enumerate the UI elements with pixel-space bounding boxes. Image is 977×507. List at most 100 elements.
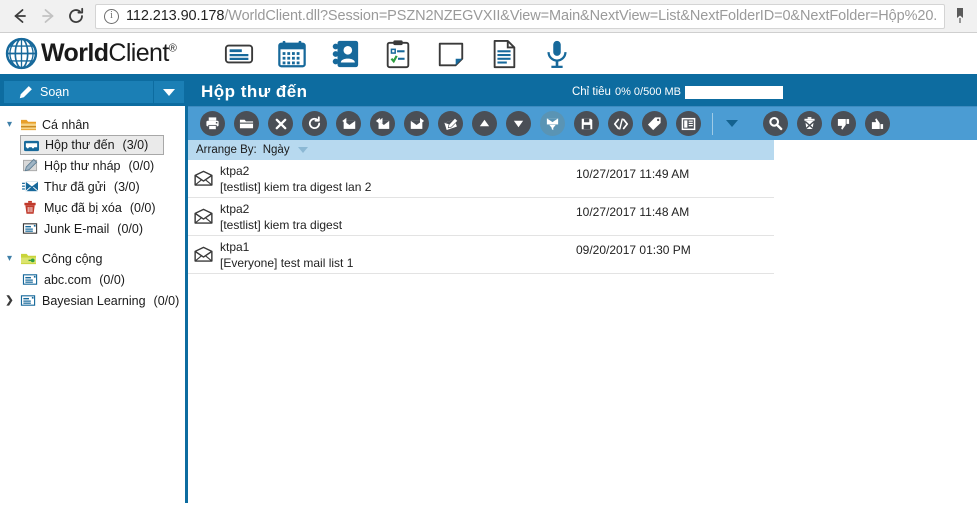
public-folder-icon — [22, 274, 38, 285]
worldclient-header: WorldClient® — [0, 33, 977, 78]
tasks-icon[interactable] — [383, 39, 413, 69]
message-preview-pane — [774, 140, 977, 503]
sidebar-item-label: Hộp thư đến — [45, 138, 115, 152]
reply-all-envelope-icon — [375, 117, 389, 129]
move-to-folder-button[interactable] — [234, 111, 259, 136]
mark-not-spam-button[interactable] — [865, 111, 890, 136]
back-arrow-icon[interactable] — [6, 2, 34, 30]
quota-value: 0% 0/500 MB — [614, 86, 681, 98]
compose-label: Soạn — [40, 85, 70, 99]
calendar-icon[interactable] — [277, 39, 307, 69]
folder-personal-icon — [21, 119, 36, 131]
sidebar-item-abc-com[interactable]: abc.com (0/0) — [0, 269, 188, 290]
documents-icon[interactable] — [489, 39, 519, 69]
address-bar[interactable]: i 112.213.90.178/WorldClient.dll?Session… — [95, 3, 945, 29]
app-icon-bar — [224, 39, 572, 69]
compose-button[interactable]: Soạn — [4, 81, 154, 103]
sidebar-item-label: Hộp thư nháp — [44, 158, 121, 173]
sidebar-item-label: Thư đã gửi — [44, 179, 106, 194]
magnifier-icon — [769, 116, 783, 131]
sidebar-item-sent[interactable]: Thư đã gửi (3/0) — [0, 176, 188, 197]
print-button[interactable] — [200, 111, 225, 136]
sidebar-item-count: (3/0) — [122, 138, 149, 152]
view-source-button[interactable] — [608, 111, 633, 136]
triangle-up-icon — [479, 119, 490, 127]
tree-group-label: Công cộng — [42, 251, 103, 266]
chevron-right-icon[interactable]: ❯ — [4, 295, 15, 306]
worldclient-logo: WorldClient® — [5, 37, 177, 70]
previous-button[interactable] — [472, 111, 497, 136]
sidebar-item-junk[interactable]: Junk E-mail (0/0) — [0, 218, 188, 239]
sent-icon — [22, 181, 39, 192]
layout-button[interactable] — [676, 111, 701, 136]
sidebar-item-bayesian-learning[interactable]: ❯ Bayesian Learning (0/0) — [0, 290, 188, 311]
refresh-button[interactable] — [302, 111, 327, 136]
message-date: 10/27/2017 11:48 AM — [576, 205, 690, 219]
forward-envelope-icon — [410, 117, 424, 129]
info-circle-icon[interactable]: i — [104, 8, 119, 24]
triangle-down-icon — [513, 120, 524, 128]
sidebar-item-label: abc.com — [44, 272, 92, 287]
pencil-icon — [19, 85, 32, 98]
notes-icon[interactable] — [436, 39, 466, 69]
tag-button[interactable] — [642, 111, 667, 136]
url-host: 112.213.90.178 — [126, 8, 225, 24]
message-date: 10/27/2017 11:49 AM — [576, 167, 690, 181]
sidebar-item-label: Junk E-mail — [44, 221, 110, 236]
closed-envelope-icon — [194, 208, 213, 224]
page-title: Hộp thư đến — [201, 82, 308, 101]
toolbar-overflow-button[interactable] — [724, 111, 740, 136]
reply-button[interactable] — [336, 111, 361, 136]
forward-arrow-icon[interactable] — [34, 2, 62, 30]
mark-spam-button[interactable] — [831, 111, 856, 136]
sidebar-item-count: (0/0) — [99, 272, 125, 287]
arrange-by-label: Arrange By: — [196, 144, 257, 156]
reload-icon[interactable] — [62, 2, 90, 30]
filter-button[interactable] — [540, 111, 565, 136]
mail-icon[interactable] — [224, 39, 254, 69]
sidebar-item-label: Bayesian Learning — [42, 293, 146, 308]
public-folder-icon — [20, 295, 36, 306]
reply-all-button[interactable] — [370, 111, 395, 136]
voice-icon[interactable] — [542, 39, 572, 69]
edit-envelope-icon — [443, 117, 458, 130]
floppy-disk-icon — [581, 118, 592, 129]
sidebar-item-drafts[interactable]: Hộp thư nháp (0/0) — [0, 155, 188, 176]
logo-wordmark: WorldClient® — [41, 39, 177, 68]
sidebar-item-inbox[interactable]: Hộp thư đến (3/0) — [20, 135, 164, 155]
drafts-icon — [23, 158, 38, 172]
url-path: /WorldClient.dll?Session=PSZN2NZEGVXII&V… — [224, 8, 936, 24]
empty-trash-button[interactable] — [797, 111, 822, 136]
edit-as-new-button[interactable] — [438, 111, 463, 136]
quota-label: Chỉ tiêu — [571, 86, 611, 98]
logo-light: Client — [108, 39, 169, 67]
caret-down-icon[interactable] — [297, 147, 308, 153]
sidebar-item-trash[interactable]: Mục đã bị xóa (0/0) — [0, 197, 188, 218]
bookmark-icon[interactable] — [949, 2, 971, 30]
delete-button[interactable] — [268, 111, 293, 136]
chevron-down-icon[interactable]: ▾ — [4, 253, 15, 264]
search-button[interactable] — [763, 111, 788, 136]
sidebar: Soạn ▾ Cá nhân Hộp thư đến (3/0) Hộp thư… — [0, 78, 188, 503]
columns-layout-icon — [681, 117, 696, 130]
contacts-icon[interactable] — [330, 39, 360, 69]
forward-button[interactable] — [404, 111, 429, 136]
mail-toolbar — [188, 106, 977, 140]
content-area: Hộp thư đến Chỉ tiêu 0% 0/500 MB Arrange… — [188, 78, 977, 503]
url-text: 112.213.90.178/WorldClient.dll?Session=P… — [126, 8, 936, 24]
next-button[interactable] — [506, 111, 531, 136]
logo-bold: World — [41, 39, 109, 67]
junk-icon — [22, 223, 38, 234]
tree-group-personal[interactable]: ▾ Cá nhân — [0, 114, 188, 135]
tag-icon — [647, 117, 661, 131]
sidebar-item-count: (3/0) — [113, 179, 140, 194]
sidebar-item-count: (0/0) — [128, 158, 155, 173]
tree-group-public[interactable]: ▾ Công cộng — [0, 248, 188, 269]
save-button[interactable] — [574, 111, 599, 136]
compose-dropdown-button[interactable] — [154, 81, 184, 103]
logo-registered-mark: ® — [168, 42, 177, 55]
reply-envelope-icon — [341, 117, 355, 129]
sidebar-item-count: (0/0) — [129, 200, 156, 215]
chevron-down-icon[interactable]: ▾ — [4, 119, 15, 130]
